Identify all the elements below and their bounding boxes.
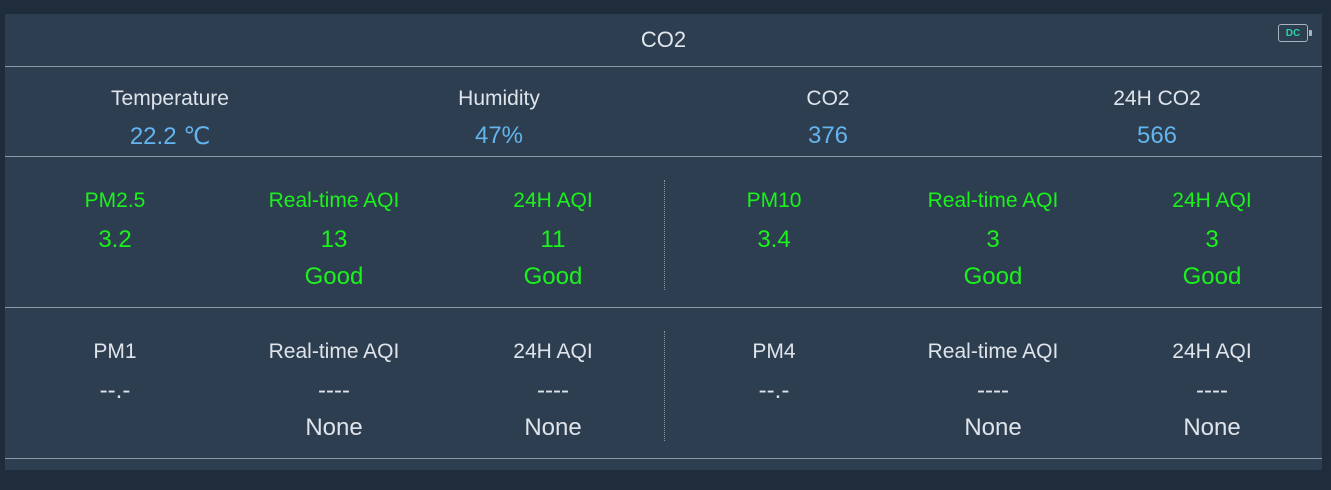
realtime-aqi-status: Good	[963, 263, 1023, 290]
aqi-24h-status: None	[524, 414, 582, 441]
co2-24h-value: 566	[1136, 122, 1178, 149]
column-divider	[664, 331, 665, 441]
summary-row: Temperature 22.2 ℃ Humidity 47% CO2 376 …	[5, 67, 1322, 156]
battery-dc-icon: DC	[1278, 24, 1312, 42]
co2-value: 376	[807, 122, 849, 149]
divider	[5, 156, 1322, 157]
humidity-value: 47%	[474, 122, 524, 149]
aqi-24h-label: 24H AQI	[1172, 189, 1252, 212]
temperature-value: 22.2 ℃	[129, 123, 211, 150]
column-divider	[664, 180, 665, 290]
aqi-24h-status: None	[1183, 414, 1241, 441]
aqi-24h-value: ----	[537, 377, 569, 404]
realtime-aqi-label: Real-time AQI	[927, 189, 1059, 212]
pm4-value: --.-	[758, 377, 790, 404]
divider	[5, 458, 1322, 459]
realtime-aqi-label: Real-time AQI	[927, 340, 1059, 363]
co2-label: CO2	[806, 87, 850, 110]
pm25-value: 3.2	[98, 226, 132, 253]
temperature-label: Temperature	[111, 87, 229, 110]
realtime-aqi-label: Real-time AQI	[268, 189, 400, 212]
pm25-label: PM2.5	[84, 189, 146, 212]
pm1-label: PM1	[93, 340, 137, 363]
realtime-aqi-value: 13	[320, 226, 348, 253]
pm10-value: 3.4	[757, 226, 791, 253]
aqi-24h-value: 3	[1205, 226, 1219, 253]
divider	[5, 307, 1322, 308]
realtime-aqi-value: ----	[977, 377, 1009, 404]
realtime-aqi-value: ----	[318, 377, 350, 404]
sensor-panel: CO2 DC Temperature 22.2 ℃ Humidity 47% C…	[5, 14, 1322, 470]
aqi-24h-status: Good	[1182, 263, 1242, 290]
realtime-aqi-status: None	[305, 414, 363, 441]
humidity-label: Humidity	[458, 87, 540, 110]
realtime-aqi-status: None	[964, 414, 1022, 441]
pm1-value: --.-	[99, 377, 131, 404]
pm10-label: PM10	[746, 189, 802, 212]
pm4-label: PM4	[752, 340, 796, 363]
aqi-24h-label: 24H AQI	[1172, 340, 1252, 363]
panel-title: CO2	[640, 27, 687, 52]
aqi-24h-status: Good	[523, 263, 583, 290]
aqi-24h-value: 11	[540, 226, 566, 253]
realtime-aqi-value: 3	[986, 226, 1000, 253]
aqi-24h-label: 24H AQI	[513, 340, 593, 363]
aqi-24h-value: ----	[1196, 377, 1228, 404]
realtime-aqi-label: Real-time AQI	[268, 340, 400, 363]
aqi-24h-label: 24H AQI	[513, 189, 593, 212]
realtime-aqi-status: Good	[304, 263, 364, 290]
co2-24h-label: 24H CO2	[1113, 87, 1201, 110]
